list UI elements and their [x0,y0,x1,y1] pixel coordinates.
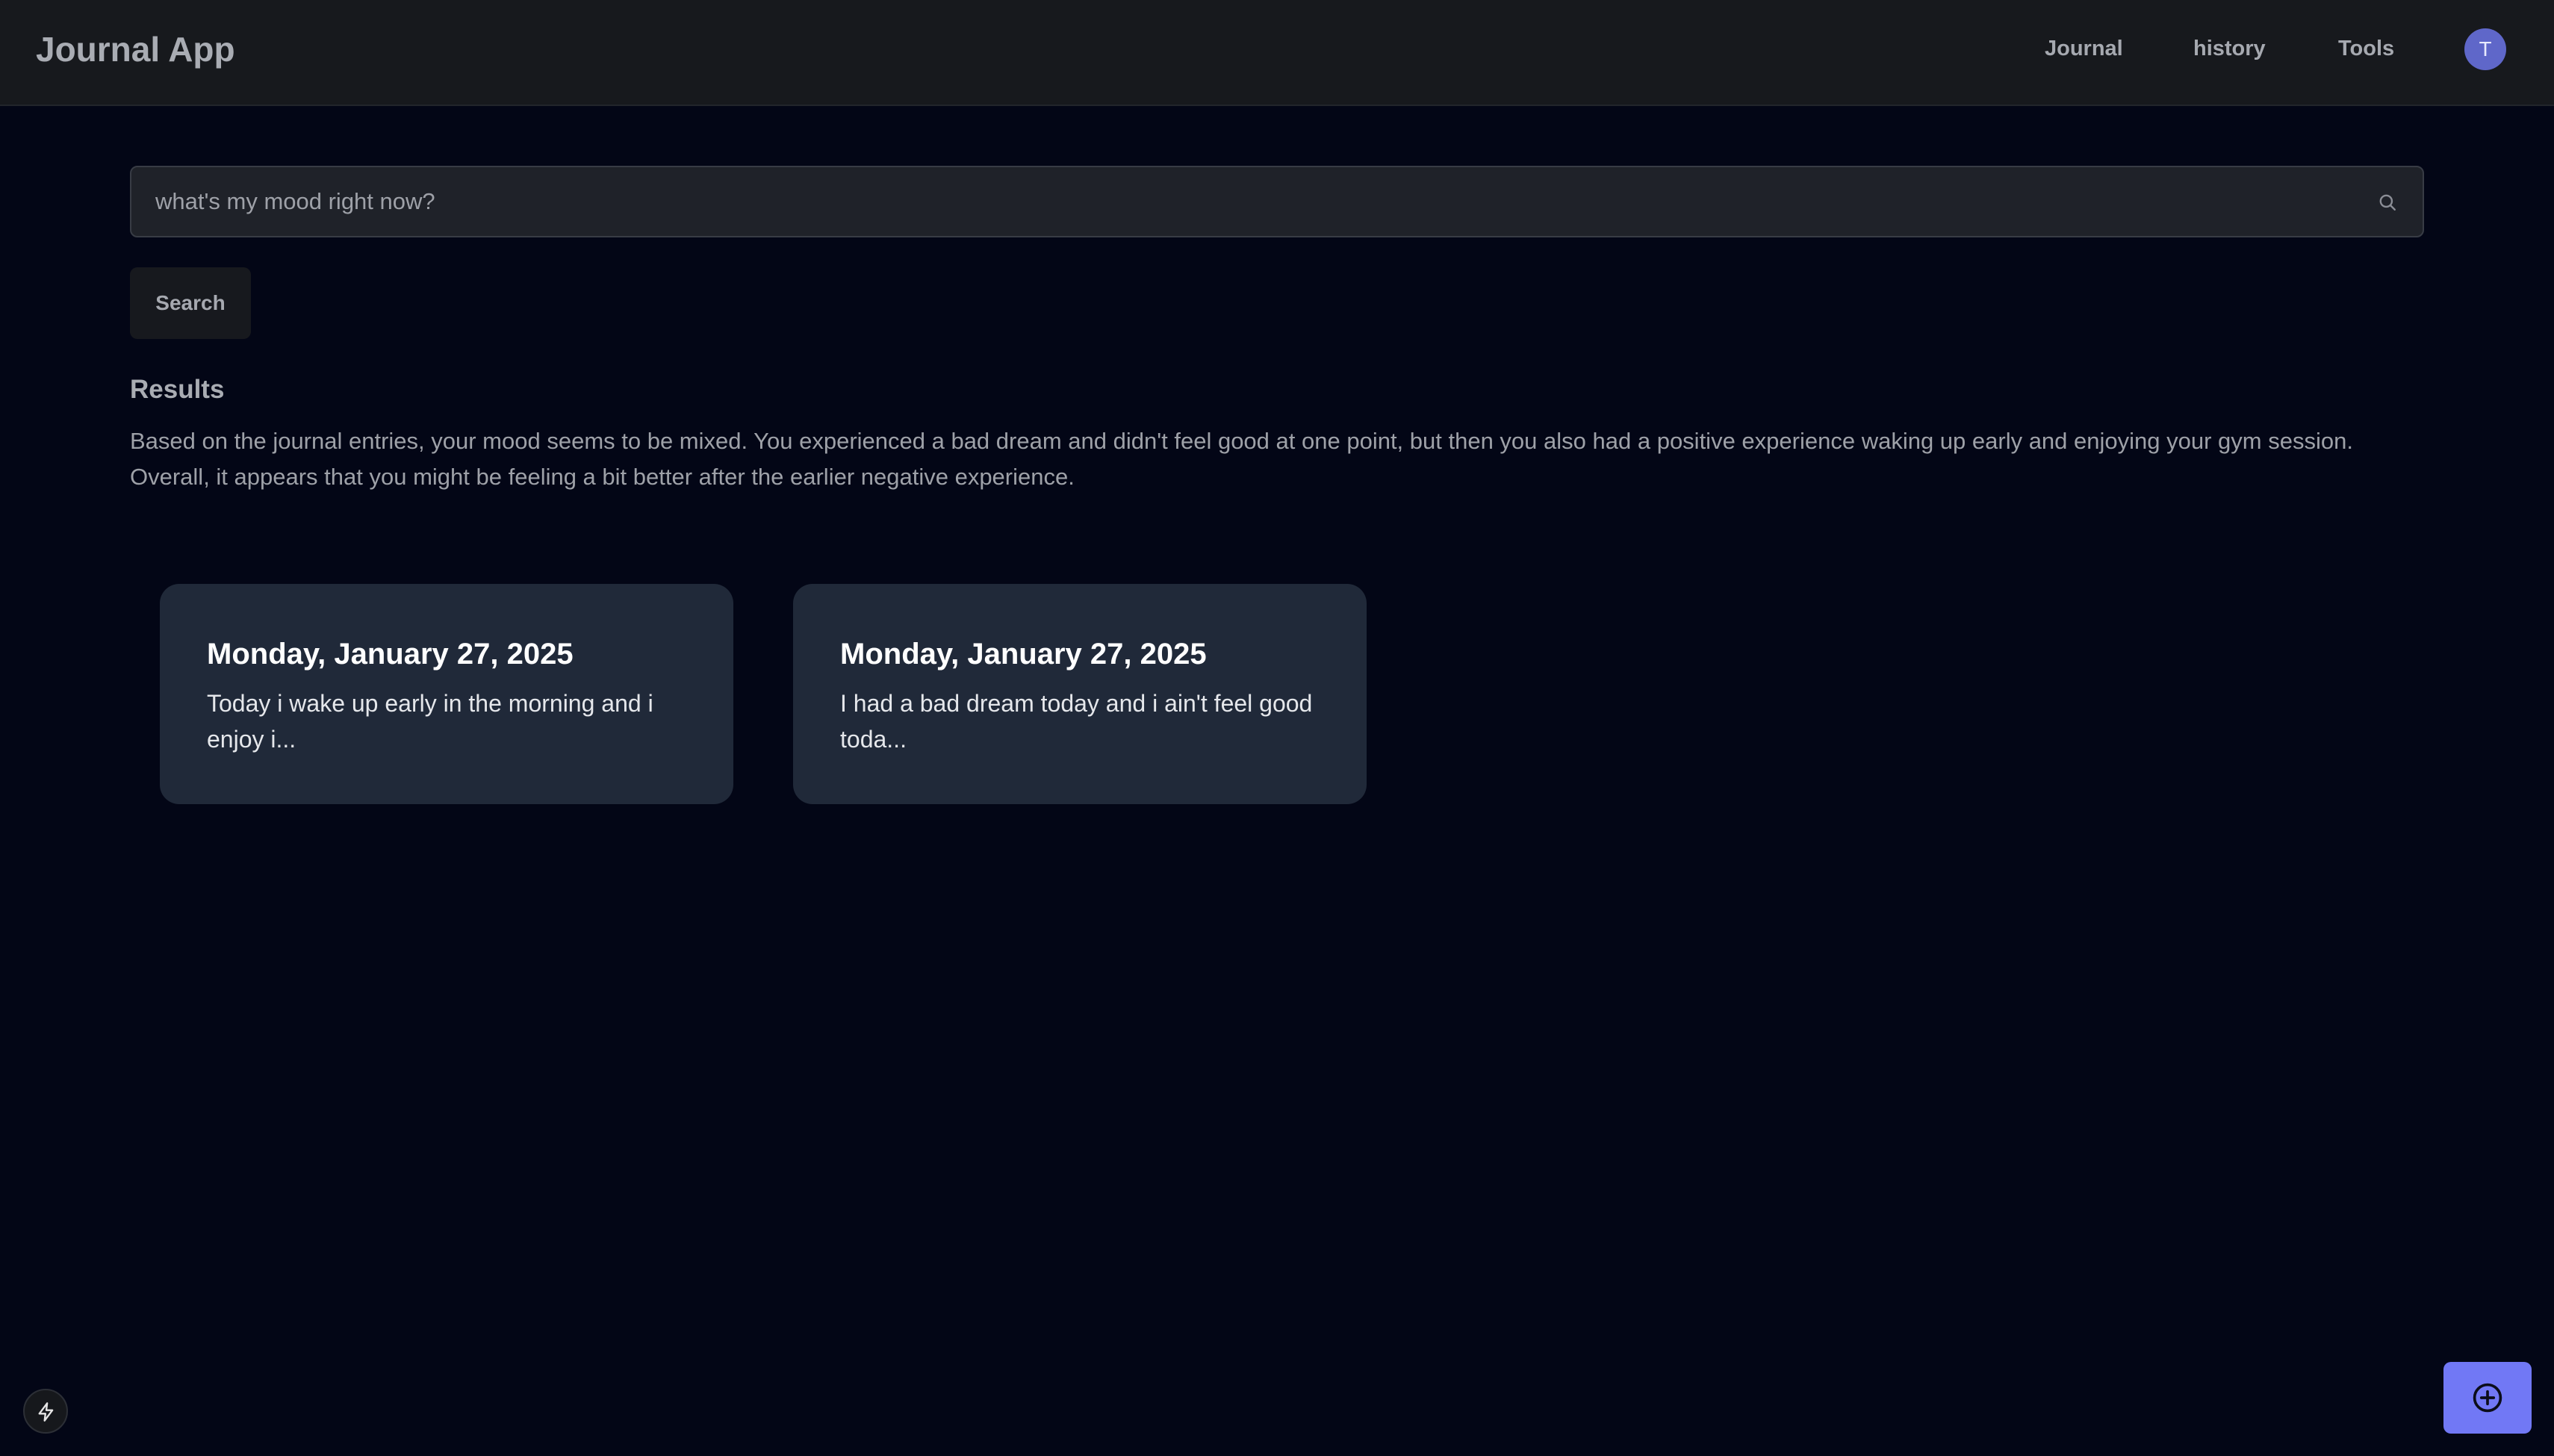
entry-excerpt: Today i wake up early in the morning and… [207,690,653,753]
nav-link-tools[interactable]: Tools [2338,34,2394,63]
bolt-icon [38,1402,54,1422]
app-brand[interactable]: Journal App [36,28,235,70]
entry-excerpt: I had a bad dream today and i ain't feel… [840,690,1313,753]
search-box [130,166,2424,237]
search-icon[interactable] [2378,193,2397,212]
dev-tools-button[interactable] [23,1389,68,1434]
add-entry-button[interactable] [2443,1362,2532,1434]
user-avatar[interactable]: T [2464,28,2506,70]
entry-date: Monday, January 27, 2025 [207,638,574,671]
nav-link-history[interactable]: history [2193,34,2266,63]
journal-entry-card[interactable]: Monday, January 27, 2025 Today i wake up… [160,584,733,804]
nav-link-journal[interactable]: Journal [2045,34,2123,63]
entry-date: Monday, January 27, 2025 [840,638,1207,671]
plus-circle-icon [2473,1383,2502,1413]
search-input[interactable] [131,167,2357,236]
journal-entry-card[interactable]: Monday, January 27, 2025 I had a bad dre… [793,584,1367,804]
results-summary: Based on the journal entries, your mood … [130,428,2353,490]
results-heading: Results [130,375,225,404]
top-navbar: Journal App Journal history Tools T [0,0,2554,106]
search-button[interactable]: Search [130,267,251,339]
